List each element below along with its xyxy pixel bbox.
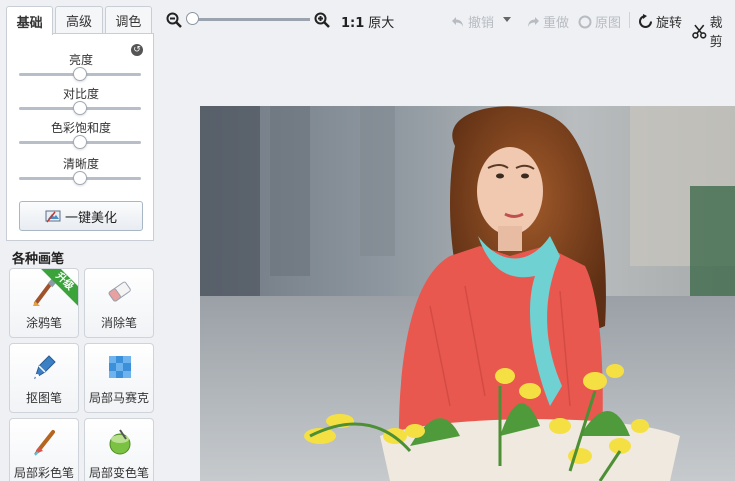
color-brush-label: 局部彩色笔	[13, 466, 74, 480]
rotate-label: 旋转	[656, 16, 683, 31]
left-panel: 基础 高级 调色 ↺ 亮度 对比度 色彩饱和度 清晰度 一键美化 各种画笔 升级…	[0, 0, 160, 481]
auto-beautify-label: 一键美化	[64, 210, 117, 226]
brightness-slider: 亮度	[7, 52, 155, 81]
sharpness-slider: 清晰度	[7, 156, 155, 185]
magic-wand-icon	[45, 210, 61, 223]
recolor-icon	[109, 429, 131, 455]
zoom-in-icon[interactable]	[314, 12, 330, 28]
tab-advanced[interactable]: 高级	[55, 6, 103, 34]
sharpness-label: 清晰度	[62, 157, 99, 171]
eraser-label: 消除笔	[100, 316, 137, 330]
photo-canvas[interactable]	[200, 106, 735, 481]
tab-color[interactable]: 调色	[104, 6, 152, 34]
zoom-slider-track[interactable]	[190, 18, 310, 21]
eraser-icon	[108, 281, 131, 302]
mosaic-label: 局部马赛克	[88, 391, 149, 405]
undo-icon	[452, 16, 463, 27]
doodle-brush-tool[interactable]: 升级 涂鸦笔	[9, 268, 79, 338]
crop-button[interactable]: 裁剪	[692, 12, 735, 50]
tab-basic[interactable]: 基础	[6, 6, 54, 35]
contrast-thumb[interactable]	[73, 101, 87, 115]
toolbar-divider	[629, 12, 630, 28]
cutout-pen-label: 抠图笔	[25, 391, 62, 405]
contrast-slider: 对比度	[7, 86, 155, 115]
crop-label: 裁剪	[709, 16, 723, 50]
original-size-label: 原大	[368, 16, 395, 31]
original-size-button[interactable]: 1:1 原大	[341, 12, 394, 31]
recolor-tool[interactable]: 局部变色笔	[84, 418, 154, 481]
zoom-slider-thumb[interactable]	[186, 12, 199, 25]
sharpness-thumb[interactable]	[73, 171, 87, 185]
cutout-pen-tool[interactable]: 抠图笔	[9, 343, 79, 413]
mosaic-tool[interactable]: 局部马赛克	[84, 343, 154, 413]
original-image-button[interactable]: 原图	[578, 12, 621, 31]
original-image-label: 原图	[595, 16, 622, 31]
saturation-slider: 色彩饱和度	[7, 120, 155, 149]
saturation-thumb[interactable]	[73, 135, 87, 149]
brightness-thumb[interactable]	[73, 67, 87, 81]
rotate-icon	[639, 14, 652, 28]
undo-button[interactable]: 撤销	[451, 12, 494, 31]
eraser-tool[interactable]: 消除笔	[84, 268, 154, 338]
brushes-title: 各种画笔	[12, 252, 65, 267]
tab-bar: 基础 高级 调色	[6, 6, 154, 35]
undo-label: 撤销	[468, 16, 495, 31]
redo-button[interactable]: 重做	[526, 12, 569, 31]
top-toolbar: 1:1 原大 撤销 重做 原图 旋转 裁剪	[160, 0, 735, 50]
color-brush-tool[interactable]: 局部彩色笔	[9, 418, 79, 481]
redo-icon	[528, 16, 539, 27]
auto-beautify-button[interactable]: 一键美化	[19, 201, 143, 231]
brightness-label: 亮度	[68, 53, 93, 67]
color-brush-icon	[34, 430, 55, 456]
scissors-icon	[692, 24, 707, 39]
zoom-ratio: 1:1	[341, 16, 365, 31]
adjust-panel: ↺ 亮度 对比度 色彩饱和度 清晰度 一键美化	[6, 33, 154, 241]
recolor-label: 局部变色笔	[88, 466, 149, 480]
zoom-out-icon[interactable]	[166, 12, 182, 28]
undo-dropdown-icon[interactable]	[502, 16, 512, 24]
circle-icon	[578, 15, 592, 28]
mosaic-icon	[109, 356, 131, 378]
contrast-label: 对比度	[62, 87, 99, 101]
saturation-label: 色彩饱和度	[50, 121, 111, 135]
doodle-brush-label: 涂鸦笔	[25, 316, 62, 330]
cutout-pen-icon	[34, 355, 56, 380]
redo-label: 重做	[543, 16, 570, 31]
rotate-button[interactable]: 旋转	[638, 12, 682, 31]
photo-image	[200, 106, 735, 481]
